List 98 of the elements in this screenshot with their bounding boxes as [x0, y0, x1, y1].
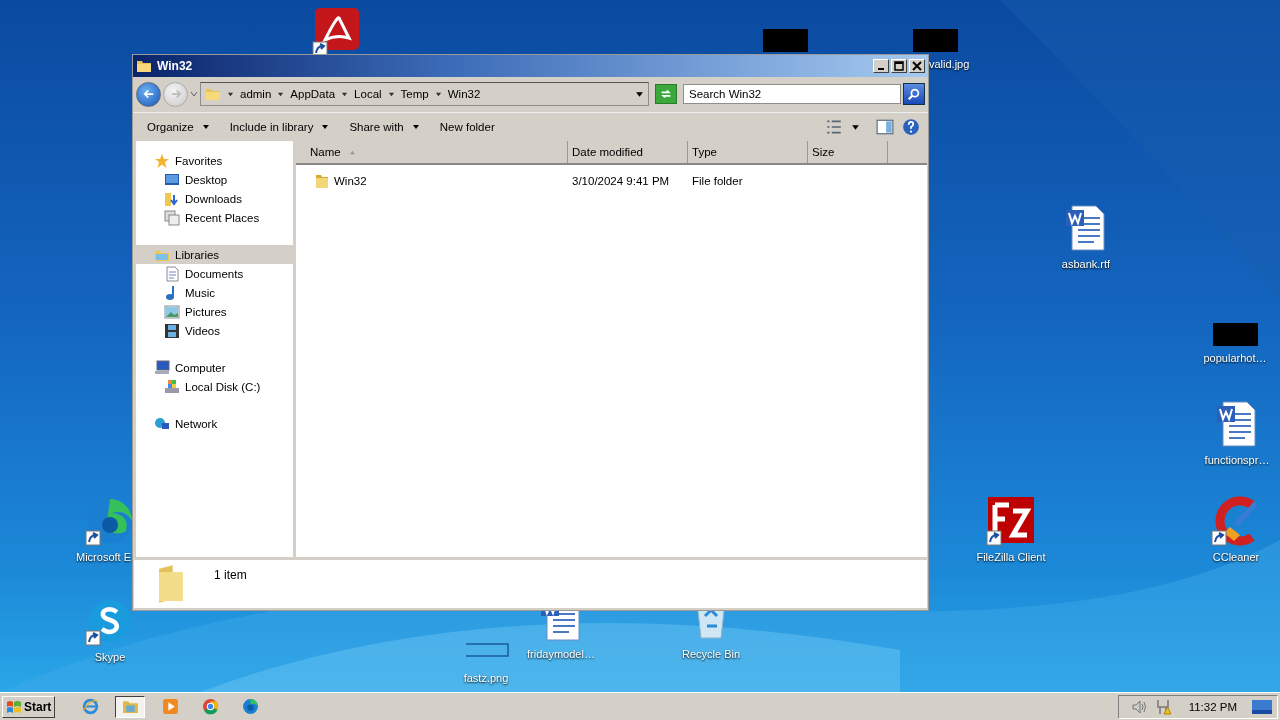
windows-flag-icon: [6, 698, 22, 715]
refresh-button[interactable]: [655, 84, 677, 104]
start-button[interactable]: Start: [2, 695, 56, 718]
help-icon[interactable]: [902, 118, 920, 136]
item-count: 1 item: [214, 568, 247, 582]
nav-item[interactable]: Computer: [136, 358, 293, 377]
search-icon: [907, 87, 921, 101]
computer-icon: [154, 359, 170, 376]
ccleaner-icon[interactable]: [1212, 497, 1260, 545]
column-header[interactable]: Type: [688, 141, 808, 163]
minimize-button[interactable]: [873, 59, 889, 73]
chrome-icon: [201, 698, 219, 715]
desktop-icon: [164, 171, 180, 188]
sort-arrow-icon: [348, 149, 356, 155]
close-button[interactable]: [909, 59, 925, 73]
folder-icon: [314, 173, 330, 189]
maximize-button[interactable]: [891, 59, 907, 73]
toolbar-button[interactable]: Share with: [343, 119, 426, 135]
maximize-icon: [894, 61, 904, 71]
play-icon: [161, 698, 179, 715]
date-modified: 3/10/2024 9:41 PM: [572, 175, 670, 187]
nav-item[interactable]: Desktop: [136, 170, 293, 189]
caret-icon[interactable]: [227, 90, 234, 98]
breadcrumb-item[interactable]: Temp: [400, 88, 429, 100]
pdf-icon[interactable]: [313, 8, 361, 56]
speaker-icon[interactable]: [1130, 698, 1147, 715]
file-type: File folder: [692, 175, 743, 187]
breadcrumb-item[interactable]: admin: [240, 88, 272, 100]
disk-icon: [164, 378, 180, 395]
breadcrumb-item[interactable]: AppData: [290, 88, 336, 100]
nav-item[interactable]: Favorites: [136, 151, 293, 170]
caret-icon[interactable]: [387, 90, 395, 98]
toolbar-button[interactable]: Include in library: [223, 119, 336, 135]
preview-pane-icon[interactable]: [876, 118, 894, 136]
caret-icon[interactable]: [851, 122, 860, 132]
nav-item[interactable]: Downloads: [136, 189, 293, 208]
filezilla-icon[interactable]: [987, 497, 1035, 545]
caret-icon[interactable]: [277, 90, 285, 98]
folder-icon: [136, 58, 152, 74]
desktop-icon-label[interactable]: functionspr…: [1204, 454, 1270, 466]
nav-item[interactable]: Music: [136, 283, 293, 302]
back-button[interactable]: [136, 81, 161, 107]
browser-icon: [241, 698, 259, 715]
clock[interactable]: 11:32 PM: [1188, 700, 1237, 713]
breadcrumb-item[interactable]: Win32: [447, 88, 481, 100]
window-title: Win32: [157, 59, 193, 73]
nav-item[interactable]: Libraries: [136, 245, 293, 264]
address-bar[interactable]: admin AppData Local Temp Win32: [200, 82, 649, 106]
nav-item[interactable]: Pictures: [136, 302, 293, 321]
search-button[interactable]: [903, 83, 925, 105]
caret-icon: [201, 123, 210, 131]
file-name: Win32: [334, 175, 367, 187]
folder-icon: [205, 86, 221, 102]
film-icon: [164, 322, 180, 339]
desktop-icon-label[interactable]: valid.jpg: [929, 58, 970, 70]
refresh-icon: [659, 87, 673, 101]
toolbar-button[interactable]: New folder: [433, 119, 501, 135]
close-icon: [912, 61, 922, 71]
minimize-icon: [878, 68, 884, 70]
arrow-left-icon: [141, 87, 156, 101]
skype-icon[interactable]: [86, 597, 134, 645]
nav-item[interactable]: Local Disk (C:): [136, 377, 293, 396]
toolbar-button[interactable]: Organize: [141, 119, 216, 135]
picture-icon: [164, 303, 180, 320]
desktop-icon-label[interactable]: asbank.rtf: [1061, 258, 1111, 270]
nav-item[interactable]: Documents: [136, 264, 293, 283]
recent-places-icon: [164, 209, 180, 226]
caret-icon[interactable]: [635, 89, 644, 99]
taskbar-app[interactable]: [115, 695, 146, 718]
caret-icon: [321, 123, 330, 131]
caret-icon[interactable]: [434, 90, 442, 98]
desktop-icon-label[interactable]: Microsoft E: [76, 551, 131, 563]
file-row[interactable]: Win32 3/10/2024 9:41 PM File folder: [296, 171, 927, 191]
downloads-icon: [164, 190, 180, 207]
view-options-icon[interactable]: [825, 118, 843, 136]
desktop-icon-label[interactable]: CCleaner: [1212, 551, 1260, 563]
browser-icon[interactable]: [86, 497, 134, 545]
network-icon: [154, 415, 170, 432]
redacted-thumbnail[interactable]: [912, 29, 958, 52]
breadcrumb-item[interactable]: Local: [354, 88, 382, 100]
browser-icon: [81, 698, 99, 715]
folder-icon: [121, 698, 139, 715]
nav-item[interactable]: Recent Places: [136, 208, 293, 227]
column-header[interactable]: Name: [296, 141, 568, 163]
nav-item[interactable]: Videos: [136, 321, 293, 340]
nav-item[interactable]: Network: [136, 414, 293, 433]
redacted-thumbnail[interactable]: [1212, 323, 1258, 346]
caret-icon: [411, 123, 420, 131]
column-header[interactable]: Size: [808, 141, 888, 163]
search-field[interactable]: Search Win32: [683, 84, 901, 104]
column-header[interactable]: Date modified: [568, 141, 688, 163]
redacted-thumbnail[interactable]: [762, 29, 808, 52]
star-icon: [154, 152, 170, 169]
document-icon: [164, 265, 180, 282]
caret-icon[interactable]: [341, 90, 349, 98]
desktop-icon-label[interactable]: popularhot…: [1203, 352, 1267, 364]
show-desktop-icon[interactable]: [1251, 698, 1273, 715]
desktop-icon-label[interactable]: FileZilla Client: [976, 551, 1046, 563]
